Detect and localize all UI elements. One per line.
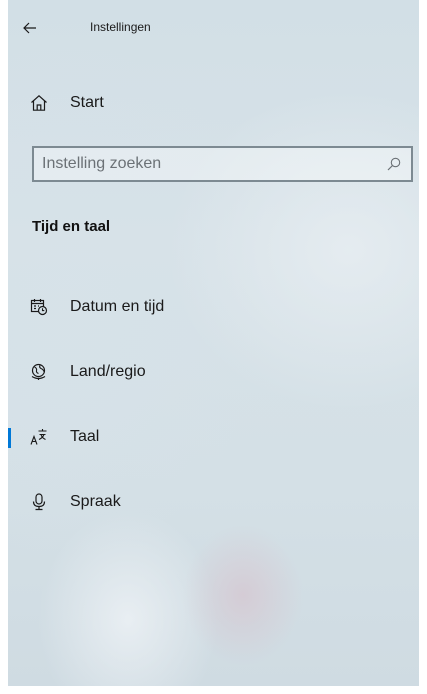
nav-item-datum-en-tijd[interactable]: Datum en tijd <box>8 287 419 327</box>
nav-item-land-regio[interactable]: Land/regio <box>8 352 419 392</box>
search-input[interactable] <box>34 148 382 180</box>
nav-item-label: Land/regio <box>70 363 146 380</box>
nav-item-start-label: Start <box>70 94 104 111</box>
search-icon[interactable] <box>387 157 401 171</box>
language-icon <box>30 428 48 446</box>
title-bar: Instellingen <box>8 0 419 56</box>
settings-nav-pane: Instellingen Start Tijd en taal <box>8 0 419 686</box>
calendar-clock-icon <box>30 298 48 316</box>
home-icon <box>30 94 48 112</box>
nav-item-start[interactable]: Start <box>8 84 419 122</box>
nav-item-spraak[interactable]: Spraak <box>8 482 419 522</box>
app-title: Instellingen <box>90 20 151 34</box>
nav-list: Datum en tijd Land/regio Taal Spraak <box>8 287 419 547</box>
back-arrow-icon <box>23 22 36 34</box>
nav-item-taal[interactable]: Taal <box>8 417 419 457</box>
section-title: Tijd en taal <box>32 218 111 235</box>
nav-item-label: Spraak <box>70 493 121 510</box>
nav-item-label: Taal <box>70 428 100 445</box>
globe-icon <box>30 363 48 381</box>
microphone-icon <box>30 493 48 511</box>
back-button[interactable] <box>16 14 44 42</box>
search-box[interactable] <box>32 146 413 182</box>
nav-item-label: Datum en tijd <box>70 298 165 315</box>
selection-indicator <box>8 428 11 448</box>
